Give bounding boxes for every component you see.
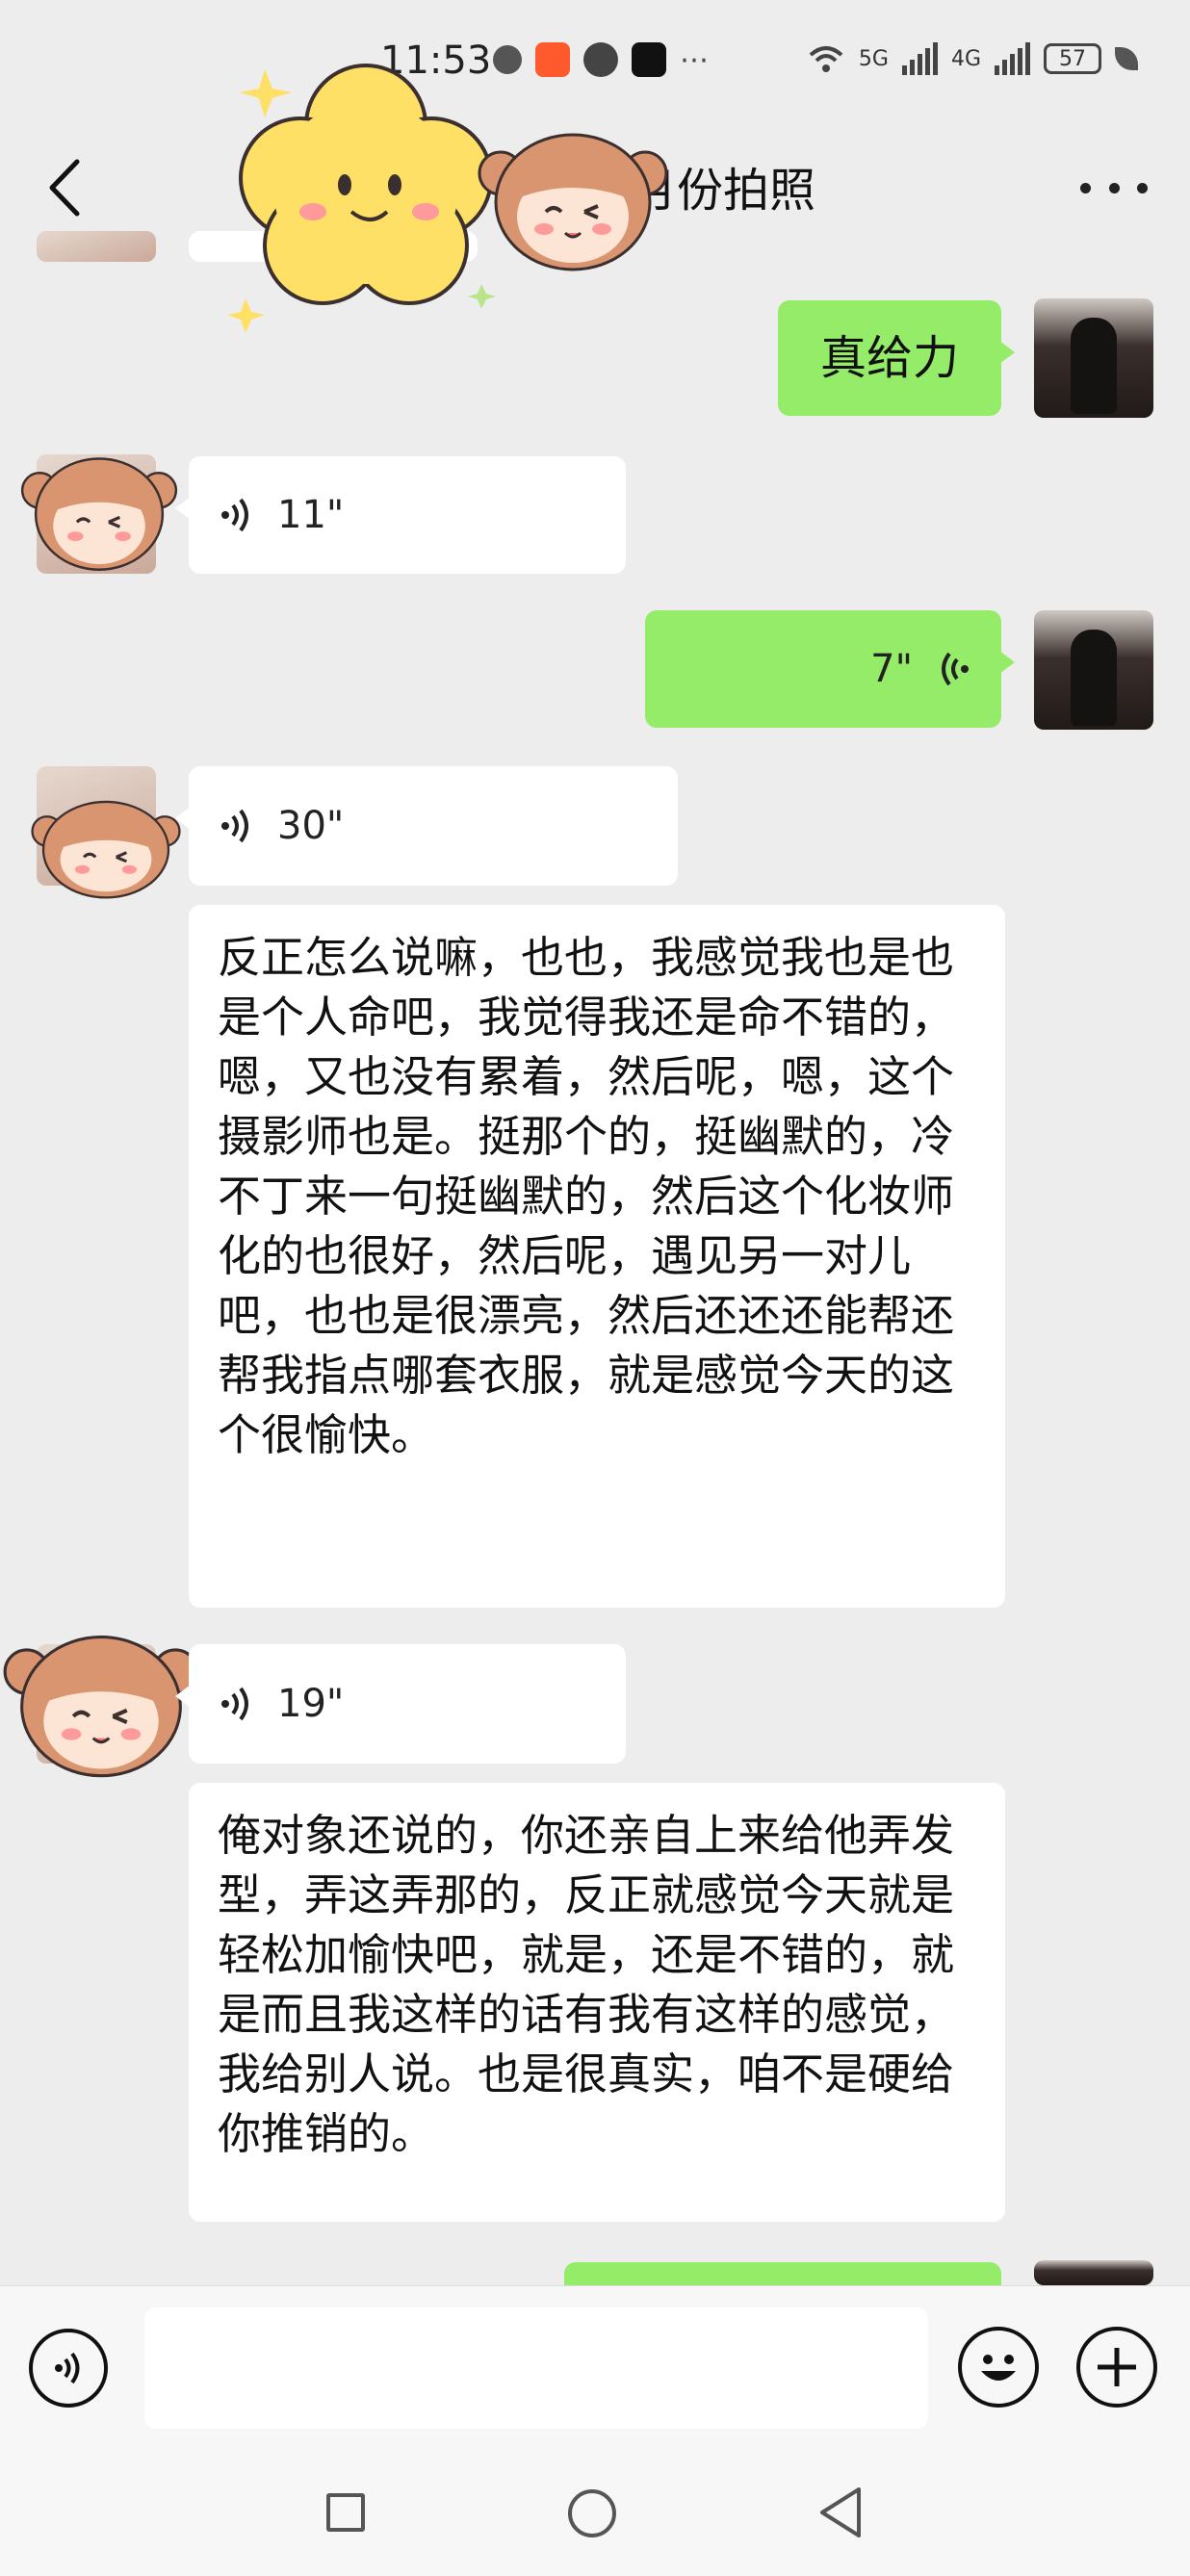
- girl-sticker: [478, 133, 668, 271]
- more-button[interactable]: [1080, 164, 1148, 212]
- transcript-text: 反正怎么说嘛，也也，我感觉我也是也是个人命吧，我觉得我还是命不错的，嗯，又也没有…: [218, 932, 955, 1460]
- self-avatar[interactable]: [1034, 610, 1153, 730]
- signal-icon: [901, 42, 938, 75]
- self-avatar[interactable]: [1034, 2260, 1153, 2285]
- notification-icons: ⋯: [493, 42, 709, 77]
- nav-recents-icon[interactable]: [326, 2493, 365, 2532]
- more-icon: [1080, 182, 1091, 193]
- girl-sticker: [31, 800, 181, 899]
- message-input[interactable]: [144, 2307, 928, 2429]
- back-button[interactable]: [39, 154, 96, 221]
- emoji-icon: [981, 2355, 1016, 2381]
- emoji-button[interactable]: [958, 2327, 1039, 2408]
- voice-message-received[interactable]: 11": [175, 456, 626, 574]
- more-notifications-icon: ⋯: [680, 42, 709, 77]
- input-bar: [0, 2285, 1190, 2450]
- avatar[interactable]: [37, 231, 156, 262]
- status-right: 5G 4G 57: [807, 42, 1138, 75]
- network-4g-label: 4G: [950, 46, 981, 71]
- voice-duration: 19": [277, 1682, 345, 1726]
- message-bubble-sent[interactable]: [564, 2262, 1015, 2326]
- message-bubble-sent[interactable]: 真给力: [778, 300, 1015, 416]
- girl-sticker: [20, 457, 178, 571]
- app-notification-icon: [535, 42, 570, 77]
- voice-message-sent[interactable]: 7": [645, 610, 1015, 728]
- nav-home-icon[interactable]: [568, 2489, 616, 2537]
- wifi-icon: [809, 46, 843, 72]
- network-5g-label: 5G: [858, 46, 889, 71]
- voice-duration: 11": [277, 493, 345, 537]
- voice-wave-icon: [221, 1687, 248, 1721]
- system-nav-bar: [0, 2449, 1190, 2576]
- voice-wave-icon: [942, 652, 969, 686]
- status-bar: 11:53 ⋯ 5G 4G 57: [0, 0, 1190, 135]
- voice-transcript: 俺对象还说的，你还亲自上来给他弄发型，弄这弄那的，反正就感觉今天就是轻松加愉快吧…: [189, 1783, 1005, 2222]
- voice-duration: 30": [277, 804, 345, 848]
- voice-wave-icon: [221, 498, 248, 532]
- leaf-icon: [1115, 47, 1138, 70]
- voice-input-button[interactable]: [29, 2329, 108, 2408]
- back-icon: [49, 159, 80, 217]
- plus-button[interactable]: [1076, 2327, 1157, 2408]
- flower-sticker: [227, 64, 496, 333]
- plus-icon: [1098, 2348, 1136, 2386]
- transcript-text: 俺对象还说的，你还亲自上来给他弄发型，弄这弄那的，反正就感觉今天就是轻松加愉快吧…: [218, 1810, 955, 2159]
- voice-transcript: 反正怎么说嘛，也也，我感觉我也是也是个人命吧，我觉得我还是命不错的，嗯，又也没有…: [189, 905, 1005, 1608]
- voice-message-received[interactable]: 30": [175, 766, 678, 886]
- wechat-notification-icon: [583, 42, 618, 77]
- voice-message-received[interactable]: 19": [175, 1644, 626, 1764]
- self-avatar[interactable]: [1034, 298, 1153, 418]
- voice-input-icon: [55, 2352, 80, 2384]
- tiktok-notification-icon: [632, 42, 666, 77]
- signal-icon: [995, 42, 1030, 75]
- battery-indicator: 57: [1044, 43, 1101, 74]
- voice-duration: 7": [870, 647, 913, 691]
- voice-wave-icon: [221, 809, 248, 843]
- nav-back-icon[interactable]: [816, 2486, 865, 2539]
- girl-sticker: [3, 1636, 199, 1778]
